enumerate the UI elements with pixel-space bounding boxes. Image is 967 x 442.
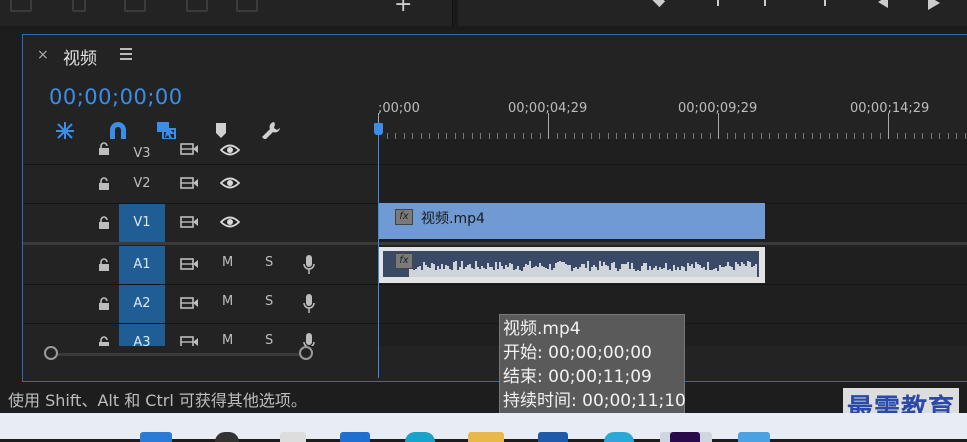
track-header: A3 M S — [23, 324, 378, 346]
windows-taskbar — [0, 413, 967, 442]
step-forward-icon[interactable] — [72, 0, 86, 12]
panel-header: × 视频 — [23, 35, 967, 75]
fx-badge[interactable]: fx — [395, 209, 413, 225]
premiere-pro-icon[interactable] — [670, 432, 700, 442]
app-icon[interactable] — [538, 432, 568, 442]
app-icon[interactable] — [738, 432, 770, 442]
lock-icon[interactable] — [98, 177, 110, 190]
clip-name: 视频.mp4 — [421, 211, 485, 227]
track-header: A1 M S — [23, 246, 378, 284]
time-ruler[interactable]: ;00;00 00;00;04;29 00;00;09;29 00;00;14;… — [378, 93, 967, 141]
mute-button[interactable]: M — [222, 255, 233, 270]
microphone-icon[interactable] — [302, 254, 316, 276]
ruler-label: 00;00;14;29 — [850, 101, 930, 116]
search-icon[interactable] — [215, 432, 239, 442]
track-v2: V2 — [23, 165, 967, 203]
ruler-label: ;00;00 — [378, 101, 420, 116]
track-header: V3 — [23, 139, 378, 165]
track-v3: V3 — [23, 139, 967, 165]
task-view-icon[interactable] — [280, 432, 306, 442]
play-icon[interactable] — [928, 0, 940, 10]
track-name[interactable]: V3 — [119, 139, 165, 165]
zoom-scrollbar-right-handle[interactable] — [299, 346, 313, 360]
playhead-timecode[interactable]: 00;00;00;00 — [49, 85, 183, 109]
playhead-handle[interactable] — [374, 123, 383, 135]
go-to-in-icon[interactable] — [824, 0, 826, 6]
track-header: V2 — [23, 165, 378, 203]
status-bar: 使用 Shift、Alt 和 Ctrl 可获得其他选项。 — [0, 383, 967, 413]
sync-lock-film-icon[interactable] — [180, 177, 199, 189]
zoom-scrollbar-left-handle[interactable] — [44, 346, 58, 360]
sync-lock-film-icon[interactable] — [180, 297, 199, 309]
eye-visibility-icon[interactable] — [220, 176, 240, 190]
track-header: A2 M S — [23, 285, 378, 323]
track-name[interactable]: A1 — [119, 246, 165, 284]
track-name[interactable]: A3 — [119, 324, 165, 346]
ruler-tick — [548, 113, 549, 141]
track-header: V1 — [23, 204, 378, 242]
step-back-frame-icon[interactable] — [878, 0, 888, 8]
source-monitor-controls: + — [0, 0, 453, 26]
lock-icon[interactable] — [98, 258, 110, 271]
settings-icon[interactable] — [236, 0, 258, 12]
add-button-icon[interactable]: + — [394, 0, 412, 17]
eye-visibility-icon[interactable] — [220, 143, 240, 157]
close-tab-icon[interactable]: × — [37, 47, 49, 63]
sync-lock-film-icon[interactable] — [180, 216, 199, 228]
hamburger-menu-icon[interactable] — [120, 46, 132, 63]
lock-icon[interactable] — [98, 297, 110, 310]
zoom-scrollbar-track[interactable] — [50, 353, 306, 356]
track-a2: A2 M S — [23, 285, 967, 323]
track-lane[interactable] — [378, 165, 967, 203]
track-lane[interactable] — [378, 139, 967, 165]
step-back-icon[interactable] — [10, 0, 32, 12]
edge-browser-icon[interactable] — [405, 432, 435, 442]
ruler-tick — [888, 113, 889, 141]
video-audio-divider[interactable] — [23, 242, 967, 245]
ruler-tick — [718, 113, 719, 141]
tooltip-clip-name: 视频.mp4 — [503, 319, 581, 339]
camera-icon[interactable] — [186, 0, 208, 12]
top-toolbar-strip: + — [0, 0, 967, 30]
track-a3: A3 M S — [23, 324, 967, 346]
tooltip-start: 开始: 00;00;00;00 — [503, 343, 652, 363]
sync-lock-film-icon[interactable] — [180, 336, 199, 346]
track-name[interactable]: A2 — [119, 285, 165, 323]
sync-lock-film-icon[interactable] — [180, 143, 199, 155]
solo-button[interactable]: S — [265, 255, 273, 270]
solo-button[interactable]: S — [265, 294, 273, 309]
lock-icon[interactable] — [98, 142, 110, 155]
app-icon[interactable] — [604, 432, 634, 442]
mute-button[interactable]: M — [222, 333, 233, 346]
video-clip[interactable]: fx 视频.mp4 — [379, 203, 765, 239]
mark-out-icon[interactable] — [764, 0, 766, 6]
mute-button[interactable]: M — [222, 294, 233, 309]
start-icon[interactable] — [140, 432, 172, 442]
clip-info-tooltip: 视频.mp4 开始: 00;00;00;00 结束: 00;00;11;09 持… — [499, 314, 686, 414]
microphone-icon[interactable] — [302, 332, 316, 346]
track-name[interactable]: V1 — [119, 204, 165, 242]
tooltip-duration: 持续时间: 00;00;11;10 — [503, 391, 686, 411]
playhead-line[interactable] — [378, 128, 379, 378]
solo-button[interactable]: S — [265, 333, 273, 346]
file-explorer-icon[interactable] — [468, 432, 504, 442]
app-icon[interactable] — [340, 432, 370, 442]
microphone-icon[interactable] — [302, 293, 316, 315]
tooltip-end: 结束: 00;00;11;09 — [503, 367, 652, 387]
insert-icon[interactable] — [124, 0, 146, 12]
timeline-panel: × 视频 00;00;00;00 ;00;00 00;00;04;29 00;0… — [22, 34, 967, 382]
lock-icon[interactable] — [98, 216, 110, 229]
audio-clip[interactable]: fx — [379, 247, 765, 283]
mark-in-icon[interactable] — [717, 0, 719, 6]
fx-badge[interactable]: fx — [395, 253, 413, 269]
track-name[interactable]: V2 — [119, 165, 165, 203]
status-hint-text: 使用 Shift、Alt 和 Ctrl 可获得其他选项。 — [8, 391, 307, 410]
audio-waveform — [383, 251, 759, 277]
sync-lock-film-icon[interactable] — [180, 258, 199, 270]
sequence-tab-title[interactable]: 视频 — [63, 44, 97, 69]
marker-icon[interactable] — [650, 0, 666, 8]
program-monitor-controls — [458, 0, 967, 26]
lock-icon[interactable] — [98, 336, 110, 346]
eye-visibility-icon[interactable] — [220, 215, 240, 229]
